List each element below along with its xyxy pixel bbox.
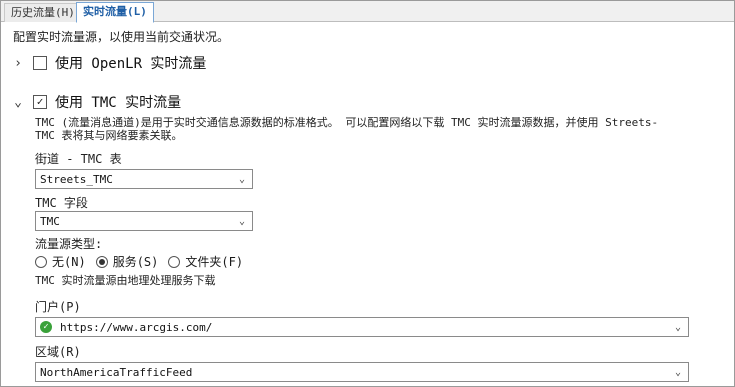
- streets-table-select[interactable]: Streets_TMC ⌄: [35, 169, 253, 189]
- tab-bar: 历史流量(H) 实时流量(L): [1, 1, 734, 23]
- openlr-section-header[interactable]: › 使用 OpenLR 实时流量: [11, 53, 206, 73]
- chevron-right-icon[interactable]: ›: [11, 56, 25, 71]
- region-value: NorthAmericaTrafficFeed: [40, 365, 193, 379]
- tmc-checkbox[interactable]: ✓: [33, 95, 47, 109]
- radio-service-indicator[interactable]: [95, 255, 108, 268]
- radio-none[interactable]: 无(N): [35, 253, 86, 270]
- source-type-radio-group: 无(N) 服务(S) 文件夹(F): [35, 253, 253, 270]
- tmc-field-value: TMC: [40, 214, 60, 228]
- streets-table-value: Streets_TMC: [40, 172, 113, 186]
- region-label: 区域(R): [35, 345, 81, 359]
- source-type-label: 流量源类型:: [35, 237, 103, 251]
- traffic-settings-panel: 历史流量(H) 实时流量(L) 配置实时流量源，以使用当前交通状况。 › 使用 …: [0, 0, 735, 387]
- tab-live-traffic[interactable]: 实时流量(L): [76, 2, 154, 23]
- radio-service-label: 服务(S): [112, 255, 159, 269]
- panel-description: 配置实时流量源，以使用当前交通状况。: [13, 30, 230, 44]
- radio-service[interactable]: 服务(S): [95, 253, 159, 270]
- openlr-section-title: 使用 OpenLR 实时流量: [55, 56, 207, 72]
- region-select[interactable]: NorthAmericaTrafficFeed ⌄: [35, 362, 689, 382]
- chevron-down-icon[interactable]: ⌄: [11, 95, 25, 110]
- tmc-field-select[interactable]: TMC ⌄: [35, 211, 253, 231]
- tmc-field-label: TMC 字段: [35, 196, 88, 210]
- source-note: TMC 实时流量源由地理处理服务下载: [35, 274, 216, 287]
- radio-folder-label: 文件夹(F): [185, 255, 244, 269]
- openlr-checkbox[interactable]: [33, 56, 47, 70]
- tmc-section-title: 使用 TMC 实时流量: [55, 95, 182, 111]
- portal-value: https://www.arcgis.com/: [60, 320, 213, 334]
- tmc-info-line-2: TMC 表将其与网络要素关联。: [35, 129, 183, 142]
- tmc-section-header[interactable]: ⌄ ✓ 使用 TMC 实时流量: [11, 92, 181, 112]
- tmc-info-line-1: TMC (流量消息通道)是用于实时交通信息源数据的标准格式。 可以配置网络以下载…: [35, 116, 659, 129]
- radio-none-label: 无(N): [52, 255, 86, 269]
- tmc-info-text: TMC (流量消息通道)是用于实时交通信息源数据的标准格式。 可以配置网络以下载…: [35, 116, 725, 142]
- chevron-down-icon[interactable]: ⌄: [236, 216, 248, 227]
- radio-none-indicator[interactable]: [35, 255, 47, 268]
- portal-select[interactable]: ✓ https://www.arcgis.com/ ⌄: [35, 317, 689, 337]
- streets-table-label: 街道 - TMC 表: [35, 152, 122, 166]
- chevron-down-icon[interactable]: ⌄: [672, 322, 684, 333]
- tab-historical-traffic[interactable]: 历史流量(H): [4, 3, 82, 22]
- radio-folder[interactable]: 文件夹(F): [168, 253, 243, 270]
- radio-folder-indicator[interactable]: [168, 255, 181, 268]
- chevron-down-icon[interactable]: ⌄: [236, 174, 248, 185]
- check-circle-icon: ✓: [40, 321, 52, 333]
- chevron-down-icon[interactable]: ⌄: [672, 367, 684, 378]
- portal-label: 门户(P): [35, 300, 81, 314]
